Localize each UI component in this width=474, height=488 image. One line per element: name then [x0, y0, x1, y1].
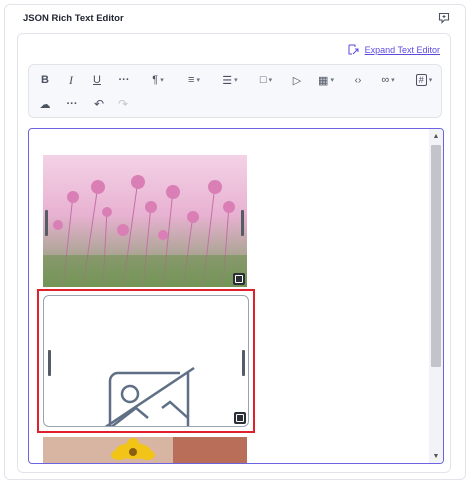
field-title: JSON Rich Text Editor: [23, 13, 124, 24]
resize-handle-right[interactable]: [241, 210, 244, 236]
underline-button[interactable]: U: [89, 70, 105, 90]
hash-icon: #: [415, 74, 427, 86]
image-placeholder[interactable]: [43, 295, 249, 427]
align-button[interactable]: ≡ ▾: [181, 70, 207, 90]
undo-button[interactable]: ↶: [91, 94, 107, 114]
align-icon: ≡: [188, 74, 195, 86]
yellow-flower-picture: [43, 437, 247, 463]
yellow-flower-image[interactable]: [43, 437, 247, 463]
chevron-down-icon: ▾: [234, 77, 238, 84]
selected-image-block[interactable]: [37, 289, 255, 433]
scroll-up-arrow-icon[interactable]: ▲: [429, 129, 443, 143]
vertical-scrollbar[interactable]: ▲ ▼: [429, 129, 443, 463]
toolbar: B I U ··· ¶ ▾ ≡ ▾ ☰ ▾ □ ▾ ▷ ▦ ▾ ‹› ∞ ▾ #…: [28, 64, 442, 118]
table-icon: ▦: [318, 74, 329, 87]
toolbar-row-1: B I U ··· ¶ ▾ ≡ ▾ ☰ ▾ □ ▾ ▷ ▦ ▾ ‹› ∞ ▾ #…: [29, 68, 441, 92]
video-button[interactable]: ▷: [289, 70, 305, 90]
code-button[interactable]: ‹›: [349, 70, 367, 90]
comment-icon[interactable]: [437, 11, 451, 25]
page-icon: □: [259, 74, 267, 86]
image-settings-icon[interactable]: [233, 273, 245, 285]
chevron-down-icon: ▾: [268, 77, 273, 84]
list-icon: ☰: [222, 74, 233, 87]
list-button[interactable]: ☰ ▾: [217, 70, 243, 90]
chevron-down-icon: ▾: [391, 77, 395, 84]
resize-handle-right[interactable]: [242, 350, 245, 376]
more-formatting-button[interactable]: ···: [113, 70, 135, 90]
chevron-down-icon: ▾: [428, 77, 433, 84]
resize-handle-left[interactable]: [48, 350, 51, 376]
link-button[interactable]: ∞ ▾: [375, 70, 401, 90]
paragraph-icon: ¶: [152, 74, 159, 86]
cloud-button[interactable]: ☁: [37, 94, 53, 114]
bold-button[interactable]: B: [37, 70, 53, 90]
table-button[interactable]: ▦ ▾: [313, 70, 339, 90]
italic-button[interactable]: I: [63, 70, 79, 90]
expand-label: Expand Text Editor: [364, 44, 440, 55]
more-options-button[interactable]: ···: [61, 94, 83, 114]
chevron-down-icon: ▾: [330, 77, 334, 84]
resize-handle-left[interactable]: [45, 210, 48, 236]
page-button[interactable]: □ ▾: [253, 70, 279, 90]
editor-content-area[interactable]: ▲ ▼: [28, 128, 444, 464]
chevron-down-icon: ▾: [196, 77, 200, 84]
redo-button[interactable]: ↷: [115, 94, 131, 114]
flower-field-picture: [43, 155, 247, 287]
heading-button[interactable]: # ▾: [411, 70, 437, 90]
link-icon: ∞: [381, 74, 390, 86]
image-placeholder-icon: [104, 366, 195, 426]
editor-container: Expand Text Editor B I U ··· ¶ ▾ ≡ ▾ ☰ ▾ □ ▾: [17, 33, 451, 473]
pink-flower-field-image[interactable]: [43, 155, 247, 287]
chevron-down-icon: ▾: [160, 77, 164, 84]
scroll-down-arrow-icon[interactable]: ▼: [429, 449, 443, 463]
expand-text-editor-link[interactable]: Expand Text Editor: [348, 44, 440, 55]
toolbar-row-2: ☁ ··· ↶ ↷: [29, 92, 441, 116]
scrollbar-thumb[interactable]: [431, 145, 441, 367]
expand-icon: [348, 44, 359, 55]
rich-text-editor-field: JSON Rich Text Editor Expand Text Editor…: [4, 4, 466, 480]
image-settings-icon[interactable]: [234, 412, 246, 424]
paragraph-button[interactable]: ¶ ▾: [145, 70, 171, 90]
